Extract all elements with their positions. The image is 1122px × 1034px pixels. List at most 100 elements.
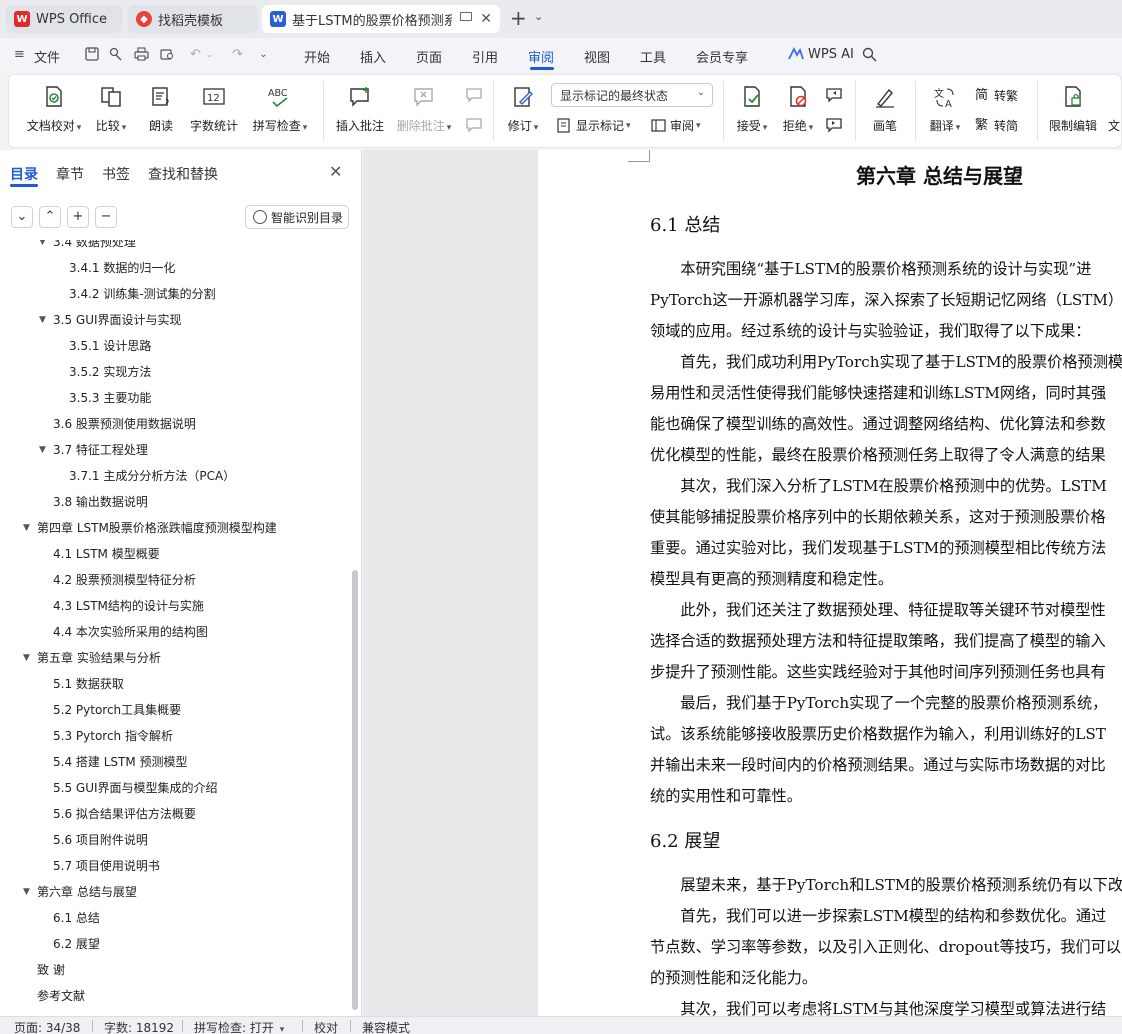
prev-comment-icon[interactable] [465, 87, 483, 103]
new-tab-plus-icon[interactable]: + [510, 8, 527, 28]
next-change-icon[interactable] [825, 117, 843, 133]
menu-home[interactable]: 开始 [304, 47, 330, 66]
tab-bookmarks[interactable]: 书签 [102, 164, 130, 184]
toc-item[interactable]: 6.1 总结 [0, 908, 350, 928]
toc-item[interactable]: 3.4.2 训练集-测试集的分割 [0, 284, 350, 304]
toc-item[interactable]: 3.7.1 主成分分析方法（PCA） [0, 466, 350, 486]
toc-item[interactable]: 3.6 股票预测使用数据说明 [0, 414, 350, 434]
menu-insert[interactable]: 插入 [360, 47, 386, 66]
toc-item[interactable]: 5.2 Pytorch工具集概要 [0, 700, 350, 720]
toc-item[interactable]: 4.2 股票预测模型特征分析 [0, 570, 350, 590]
expand-all-button[interactable]: ⌄ [11, 206, 33, 228]
toc-item[interactable]: ▼ 3.4 数据预处理 [0, 240, 350, 252]
toc-item[interactable]: 5.1 数据获取 [0, 674, 350, 694]
undo-icon[interactable]: ↶ [188, 47, 203, 62]
undo-dropdown-icon[interactable]: ⌄ [202, 47, 217, 62]
search-icon[interactable] [862, 47, 877, 62]
doc-check-button[interactable]: 文档校对 ▾ [21, 75, 87, 147]
close-pane-icon[interactable]: ✕ [329, 162, 342, 181]
toc-item[interactable]: 4.3 LSTM结构的设计与实施 [0, 596, 350, 616]
insert-comment-button[interactable]: 插入批注 [333, 75, 387, 147]
restrict-edit-button[interactable]: 限制编辑 [1045, 75, 1101, 147]
toc-item[interactable]: ▼ 第六章 总结与展望 [0, 882, 350, 902]
toc-item[interactable]: 5.4 搭建 LSTM 预测模型 [0, 752, 350, 772]
tab-wps-office[interactable]: W WPS Office [6, 5, 122, 33]
read-aloud-button[interactable]: 朗读 [143, 75, 179, 147]
to-simplified-button[interactable]: 繁 转简 [975, 117, 1018, 134]
menu-references[interactable]: 引用 [472, 47, 498, 66]
word-count-button[interactable]: 12 字数统计 [187, 75, 241, 147]
spell-check-indicator[interactable]: 拼写检查: 打开 ▾ [194, 1019, 284, 1034]
toc-item[interactable]: 5.3 Pytorch 指令解析 [0, 726, 350, 746]
track-changes-button[interactable]: 修订 ▾ [503, 75, 543, 147]
toc-item[interactable]: 4.1 LSTM 模型概要 [0, 544, 350, 564]
toc-item[interactable]: 3.5.3 主要功能 [0, 388, 350, 408]
proof-indicator[interactable]: 校对 [314, 1019, 338, 1034]
to-traditional-button[interactable]: 简 转繁 [975, 87, 1018, 104]
toc-item[interactable]: 3.5.2 实现方法 [0, 362, 350, 382]
toc-item[interactable]: 6.2 展望 [0, 934, 350, 954]
menu-file[interactable]: 文件 [34, 47, 60, 66]
markup-mode-select[interactable]: 显示标记的最终状态 ⌄ [551, 83, 713, 107]
tab-list-chevron-icon[interactable]: ⌄ [534, 10, 543, 23]
accept-button[interactable]: 接受 ▾ [733, 75, 771, 147]
sidebar-scrollbar[interactable] [352, 570, 358, 1010]
toc-item[interactable]: 5.6 项目附件说明 [0, 830, 350, 850]
toc-item[interactable]: 5.6 拟合结果评估方法概要 [0, 804, 350, 824]
monitor-icon[interactable] [460, 12, 472, 21]
menu-review[interactable]: 审阅 [528, 47, 554, 66]
redo-icon[interactable]: ↷ [230, 47, 245, 62]
toc-item[interactable]: ▼ 3.5 GUI界面设计与实现 [0, 310, 350, 330]
menu-wps-ai[interactable]: WPS AI [808, 47, 854, 62]
tab-sections[interactable]: 章节 [56, 164, 84, 184]
compare-button[interactable]: 比较 ▾ [91, 75, 131, 147]
word-count-indicator[interactable]: 字数: 18192 [104, 1019, 174, 1034]
tab-toc[interactable]: 目录 [10, 164, 38, 184]
toc-item[interactable]: 3.5.1 设计思路 [0, 336, 350, 356]
spell-check-button[interactable]: ABC 拼写检查 ▾ [249, 75, 311, 147]
menu-member[interactable]: 会员专享 [696, 47, 748, 66]
toc-expand-arrow-icon[interactable]: ▼ [39, 440, 46, 460]
remove-heading-button[interactable]: − [95, 206, 117, 228]
save-icon[interactable] [84, 47, 99, 62]
ribbon-overflow-button[interactable]: 文 [1105, 75, 1122, 147]
toc-item[interactable]: ▼ 3.7 特征工程处理 [0, 440, 350, 460]
menu-view[interactable]: 视图 [584, 47, 610, 66]
toc-item[interactable]: ▼ 第四章 LSTM股票价格涨跌幅度预测模型构建 [0, 518, 350, 538]
toc-item[interactable]: 致 谢 [0, 960, 350, 980]
review-pane-button[interactable]: 审阅 ▾ [651, 117, 701, 134]
toc-expand-arrow-icon[interactable]: ▼ [39, 310, 46, 330]
page-indicator[interactable]: 页面: 34/38 [14, 1019, 80, 1034]
toc-item[interactable]: 5.7 项目使用说明书 [0, 856, 350, 876]
document-page[interactable]: 第六章 总结与展望 6.1 总结 本研究围绕“基于LSTM的股票价格预测系统的设… [538, 150, 1122, 1016]
menu-tools[interactable]: 工具 [640, 47, 666, 66]
quick-access-more-icon[interactable]: ⌄ [256, 47, 271, 62]
translate-button[interactable]: 文A 翻译 ▾ [925, 75, 965, 147]
pen-button[interactable]: 画笔 [867, 75, 903, 147]
toc-item[interactable]: 5.5 GUI界面与模型集成的介绍 [0, 778, 350, 798]
prev-change-icon[interactable] [825, 87, 843, 103]
toc-expand-arrow-icon[interactable]: ▼ [23, 648, 30, 668]
reject-button[interactable]: 拒绝 ▾ [779, 75, 817, 147]
toc-item[interactable]: 4.4 本次实验所采用的结构图 [0, 622, 350, 642]
toc-item[interactable]: 参考文献 [0, 986, 350, 1006]
tab-document[interactable]: W 基于LSTM的股票价格预测系统 ✕ [262, 5, 500, 33]
toc-item[interactable]: 3.4.1 数据的归一化 [0, 258, 350, 278]
share-icon[interactable] [108, 47, 123, 62]
toc-expand-arrow-icon[interactable]: ▼ [23, 518, 30, 538]
hamburger-menu-icon[interactable]: ≡ [12, 47, 27, 62]
print-preview-icon[interactable] [160, 47, 175, 62]
menu-page[interactable]: 页面 [416, 47, 442, 66]
tab-template-store[interactable]: ◆ 找稻壳模板 [128, 5, 258, 33]
toc-expand-arrow-icon[interactable]: ▼ [23, 882, 30, 902]
show-markup-button[interactable]: 显示标记 ▾ [557, 117, 631, 134]
toc-expand-arrow-icon[interactable]: ▼ [39, 240, 46, 252]
tab-find-replace[interactable]: 查找和替换 [148, 164, 218, 184]
print-icon[interactable] [134, 47, 149, 62]
toc-item[interactable]: ▼ 第五章 实验结果与分析 [0, 648, 350, 668]
toc-item[interactable]: 3.8 输出数据说明 [0, 492, 350, 512]
smart-toc-button[interactable]: 智能识别目录 [245, 205, 349, 229]
close-tab-icon[interactable]: ✕ [480, 11, 492, 27]
collapse-all-button[interactable]: ⌃ [39, 206, 61, 228]
delete-comment-button[interactable]: 删除批注 ▾ [393, 75, 455, 147]
